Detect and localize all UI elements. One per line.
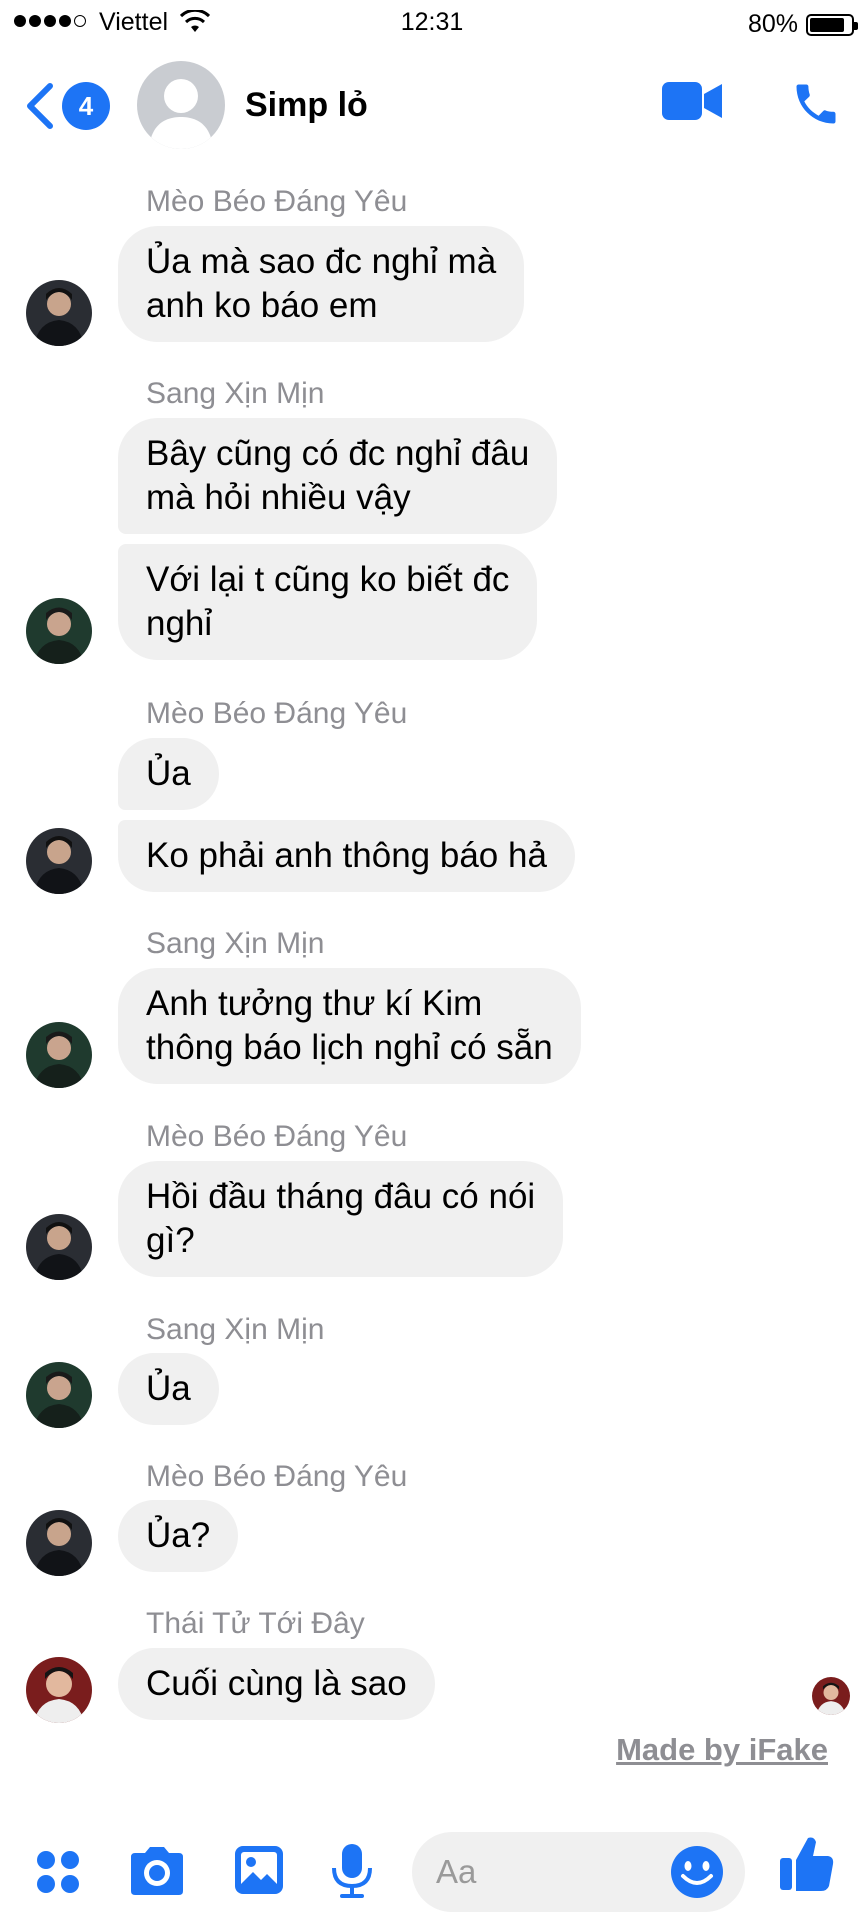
message-bubble[interactable]: Bây cũng có đc nghỉ đâu mà hỏi nhiều vậy — [118, 418, 558, 534]
message-bubble[interactable]: Hồi đầu tháng đâu có nói gì? — [118, 1161, 564, 1277]
unread-count-badge: 4 — [62, 82, 110, 130]
message-bubble[interactable]: Ủa? — [118, 1500, 239, 1572]
sender-name: Mèo Béo Đáng Yêu — [146, 1120, 408, 1153]
message-bubble[interactable]: Ủa — [118, 1353, 219, 1425]
avatar[interactable] — [26, 1510, 92, 1576]
message-bubble[interactable]: Với lại t cũng ko biết đc nghỉ — [118, 544, 538, 660]
avatar[interactable] — [26, 828, 92, 894]
message-input-wrapper — [412, 1832, 745, 1912]
profile-photo-icon — [26, 1214, 92, 1280]
seen-avatar — [812, 1677, 850, 1715]
photo-gallery-icon[interactable] — [233, 1844, 285, 1896]
avatar[interactable] — [26, 1214, 92, 1280]
battery-icon — [806, 14, 858, 36]
sender-name: Thái Tử Tới Đây — [146, 1607, 365, 1640]
profile-photo-icon — [26, 1362, 92, 1428]
back-button[interactable]: 4 — [24, 78, 114, 138]
watermark: Made by iFake — [616, 1732, 828, 1767]
avatar[interactable] — [137, 61, 225, 149]
chat-header: 4 Simp lỏ — [0, 48, 864, 168]
sender-name: Mèo Béo Đáng Yêu — [146, 1460, 408, 1493]
sender-name: Sang Xịn Mịn — [146, 927, 325, 960]
profile-photo-icon — [26, 828, 92, 894]
camera-icon[interactable] — [127, 1845, 187, 1897]
profile-photo-icon — [26, 1022, 92, 1088]
message-input[interactable] — [436, 1850, 656, 1894]
profile-photo-icon — [26, 598, 92, 664]
phone-icon[interactable] — [790, 78, 842, 130]
thumbs-up-icon[interactable] — [778, 1834, 836, 1894]
status-bar: Viettel 12:31 80% — [0, 0, 864, 48]
read-receipt-icon — [812, 1677, 850, 1715]
microphone-icon[interactable] — [330, 1842, 374, 1900]
avatar[interactable] — [26, 1657, 92, 1723]
profile-photo-icon — [26, 1657, 92, 1723]
message-bubble[interactable]: Anh tưởng thư kí Kim thông báo lịch nghỉ… — [118, 968, 581, 1084]
default-avatar-icon — [149, 79, 213, 149]
battery-percentage: 80% — [748, 10, 799, 38]
chat-title[interactable]: Simp lỏ — [245, 86, 368, 125]
profile-photo-icon — [26, 1510, 92, 1576]
video-call-icon[interactable] — [662, 80, 724, 122]
message-bubble[interactable]: Ko phải anh thông báo hả — [118, 820, 575, 892]
message-bubble[interactable]: Ủa — [118, 738, 219, 810]
avatar[interactable] — [26, 1022, 92, 1088]
avatar[interactable] — [26, 280, 92, 346]
chevron-left-icon — [27, 83, 53, 129]
sender-name: Mèo Béo Đáng Yêu — [146, 697, 408, 730]
sender-name: Mèo Béo Đáng Yêu — [146, 185, 408, 218]
sender-name: Sang Xịn Mịn — [146, 1313, 325, 1346]
profile-photo-icon — [26, 280, 92, 346]
clock: 12:31 — [400, 8, 464, 36]
message-bubble[interactable]: Cuối cùng là sao — [118, 1648, 435, 1720]
avatar[interactable] — [26, 1362, 92, 1428]
emoji-icon[interactable] — [669, 1844, 725, 1900]
message-bubble[interactable]: Ủa mà sao đc nghỉ mà anh ko báo em — [118, 226, 525, 342]
sender-name: Sang Xịn Mịn — [146, 377, 325, 410]
avatar[interactable] — [26, 598, 92, 664]
composer-bar — [0, 1820, 864, 1920]
more-apps-icon[interactable] — [34, 1848, 82, 1896]
